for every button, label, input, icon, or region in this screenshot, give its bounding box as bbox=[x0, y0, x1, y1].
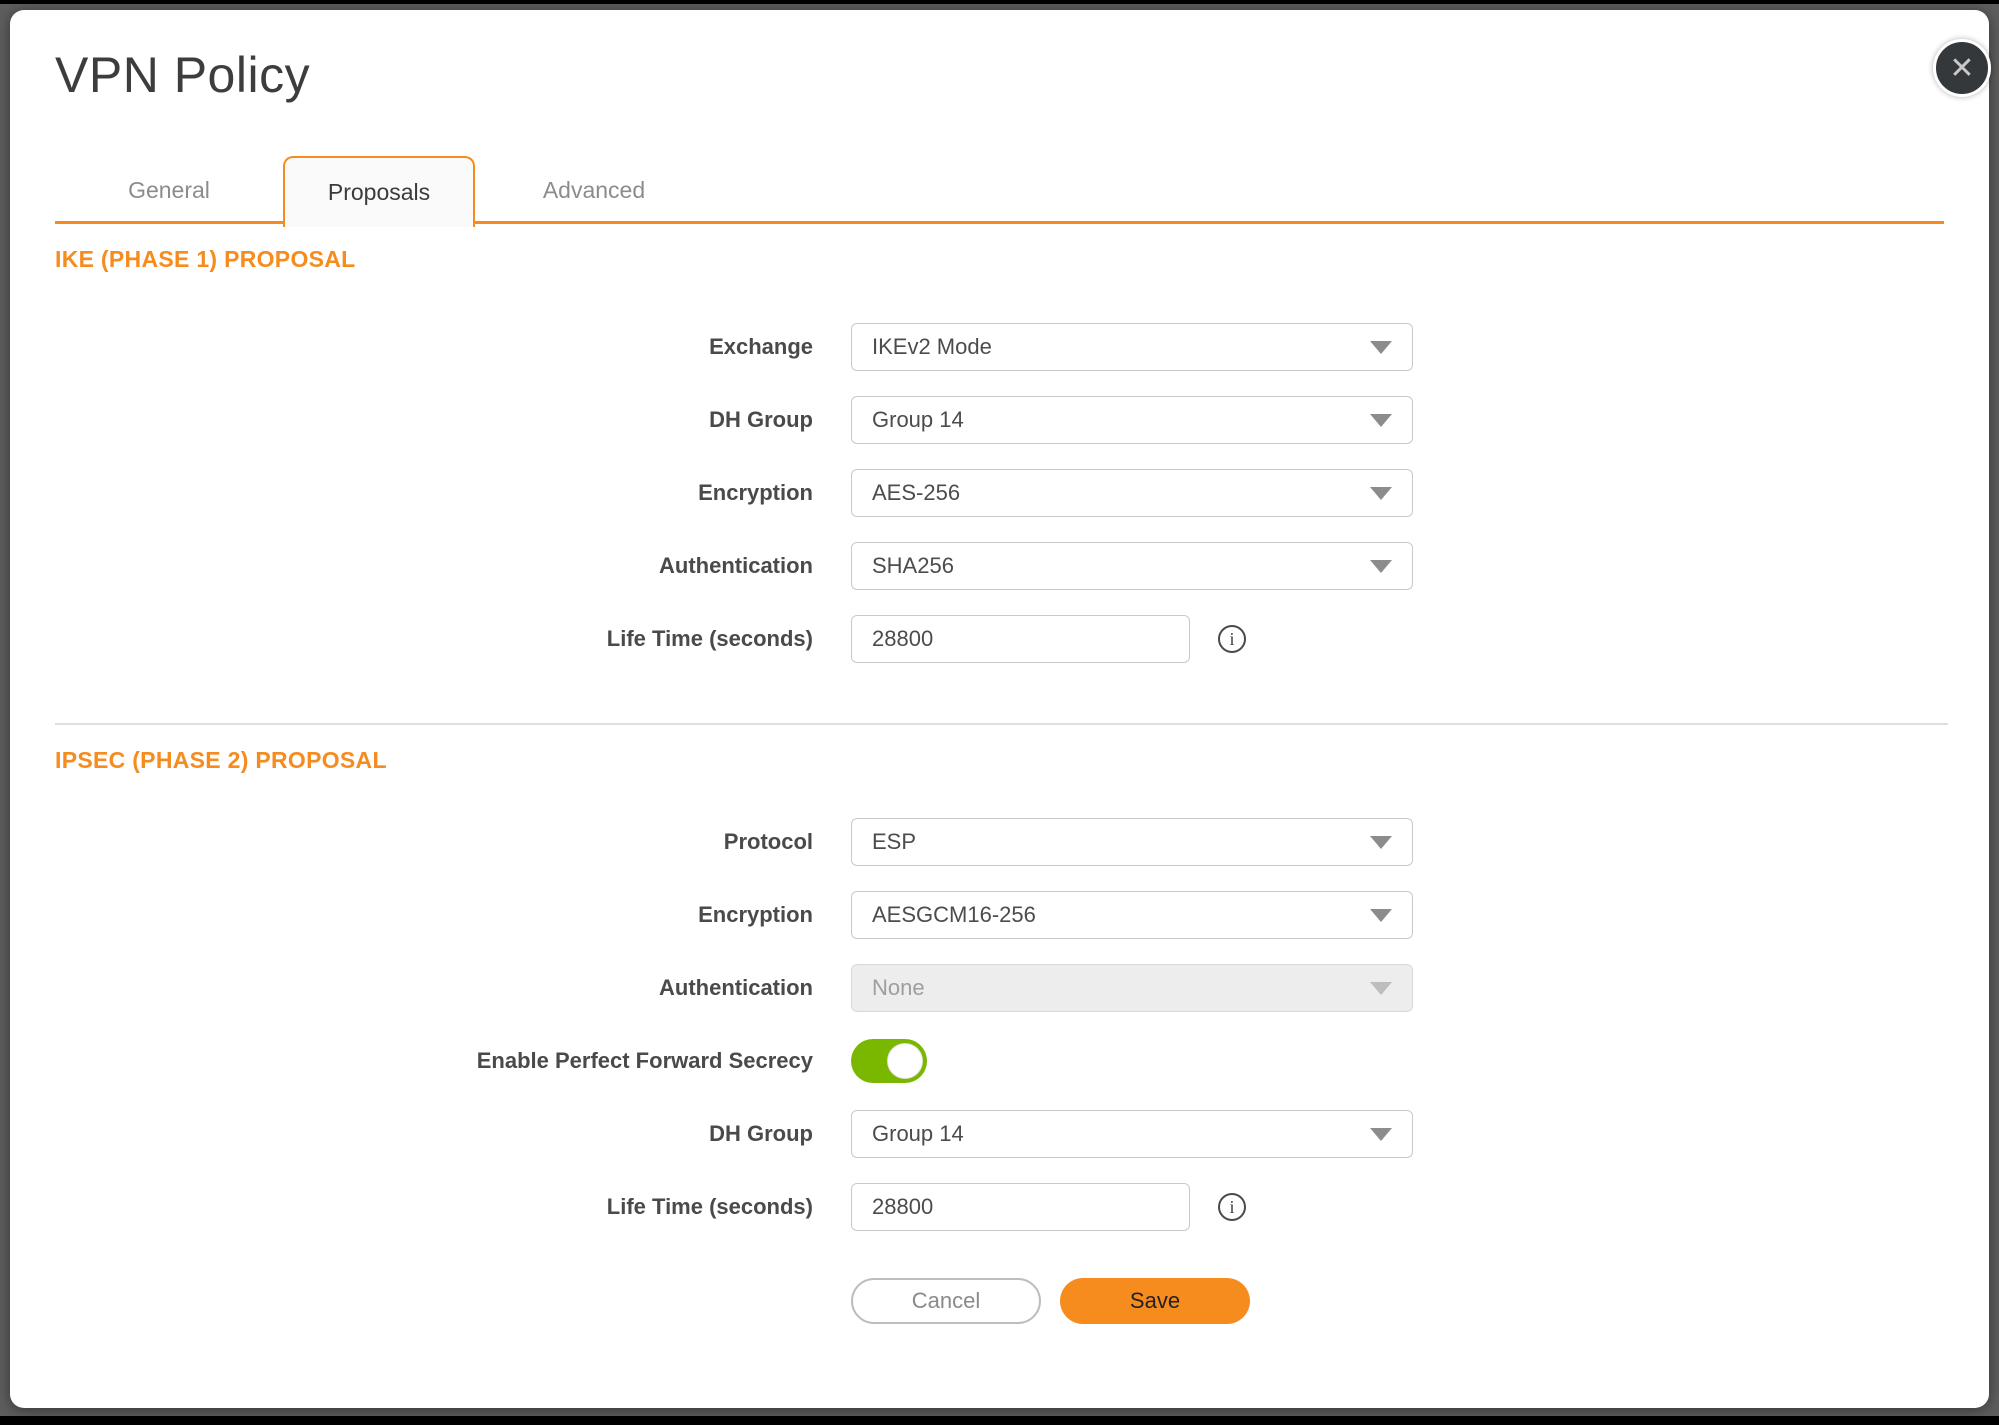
chevron-down-icon bbox=[1370, 560, 1392, 573]
chevron-down-icon bbox=[1370, 909, 1392, 922]
chevron-down-icon bbox=[1370, 982, 1392, 995]
ipsec-life-time-row: Life Time (seconds) i bbox=[55, 1183, 1944, 1231]
pfs-label: Enable Perfect Forward Secrecy bbox=[476, 1048, 813, 1073]
ipsec-authentication-label: Authentication bbox=[659, 975, 813, 1000]
dh-group-select-value: Group 14 bbox=[872, 407, 964, 432]
protocol-label: Protocol bbox=[723, 829, 813, 854]
ipsec-phase2-heading: IPSEC (PHASE 2) PROPOSAL bbox=[55, 747, 387, 773]
exchange-label: Exchange bbox=[709, 334, 813, 359]
vpn-policy-dialog: VPN Policy General Proposals Advanced IK… bbox=[10, 10, 1989, 1408]
chevron-down-icon bbox=[1370, 836, 1392, 849]
ipsec-authentication-row: Authentication None bbox=[55, 964, 1944, 1012]
exchange-select-value: IKEv2 Mode bbox=[872, 334, 992, 359]
ipsec-encryption-label: Encryption bbox=[698, 902, 813, 927]
life-time-label: Life Time (seconds) bbox=[606, 626, 813, 651]
chevron-down-icon bbox=[1370, 414, 1392, 427]
ipsec-dh-group-row: DH Group Group 14 bbox=[55, 1110, 1944, 1158]
pfs-toggle-knob bbox=[887, 1043, 923, 1079]
cancel-button[interactable]: Cancel bbox=[851, 1278, 1041, 1324]
exchange-row: Exchange IKEv2 Mode bbox=[55, 323, 1944, 371]
authentication-select[interactable]: SHA256 bbox=[851, 542, 1413, 590]
dh-group-select[interactable]: Group 14 bbox=[851, 396, 1413, 444]
authentication-select-value: SHA256 bbox=[872, 553, 954, 578]
authentication-label: Authentication bbox=[659, 553, 813, 578]
protocol-select-value: ESP bbox=[872, 829, 917, 854]
encryption-label: Encryption bbox=[698, 480, 813, 505]
ipsec-encryption-select[interactable]: AESGCM16-256 bbox=[851, 891, 1413, 939]
chevron-down-icon bbox=[1370, 487, 1392, 500]
authentication-row: Authentication SHA256 bbox=[55, 542, 1944, 590]
ipsec-dh-group-select-value: Group 14 bbox=[872, 1121, 964, 1146]
dh-group-label: DH Group bbox=[709, 407, 813, 432]
tab-bar: General Proposals Advanced bbox=[55, 156, 1944, 227]
section-divider bbox=[55, 723, 1948, 725]
pfs-toggle[interactable] bbox=[851, 1039, 927, 1083]
ipsec-encryption-row: Encryption AESGCM16-256 bbox=[55, 891, 1944, 939]
ipsec-life-time-input[interactable] bbox=[851, 1183, 1190, 1231]
close-icon[interactable]: ✕ bbox=[1933, 39, 1991, 97]
ipsec-authentication-select: None bbox=[851, 964, 1413, 1012]
exchange-select[interactable]: IKEv2 Mode bbox=[851, 323, 1413, 371]
page-title: VPN Policy bbox=[55, 47, 311, 103]
tab-general[interactable]: General bbox=[55, 156, 283, 224]
ipsec-dh-group-label: DH Group bbox=[709, 1121, 813, 1146]
life-time-row: Life Time (seconds) i bbox=[55, 615, 1944, 663]
ike-phase1-heading: IKE (PHASE 1) PROPOSAL bbox=[55, 246, 356, 272]
ike-phase1-fields: Exchange IKEv2 Mode DH Group Group 14 En… bbox=[55, 323, 1944, 663]
encryption-select[interactable]: AES-256 bbox=[851, 469, 1413, 517]
dh-group-row: DH Group Group 14 bbox=[55, 396, 1944, 444]
save-button[interactable]: Save bbox=[1060, 1278, 1250, 1324]
ipsec-dh-group-select[interactable]: Group 14 bbox=[851, 1110, 1413, 1158]
chevron-down-icon bbox=[1370, 1128, 1392, 1141]
ipsec-phase2-fields: Protocol ESP Encryption AESGCM16-256 Aut… bbox=[55, 818, 1944, 1231]
info-icon[interactable]: i bbox=[1218, 625, 1246, 653]
protocol-row: Protocol ESP bbox=[55, 818, 1944, 866]
chevron-down-icon bbox=[1370, 341, 1392, 354]
dialog-footer: Cancel Save bbox=[55, 1278, 1944, 1324]
life-time-input[interactable] bbox=[851, 615, 1190, 663]
tab-advanced[interactable]: Advanced bbox=[475, 156, 713, 224]
encryption-select-value: AES-256 bbox=[872, 480, 961, 505]
info-icon[interactable]: i bbox=[1218, 1193, 1246, 1221]
protocol-select[interactable]: ESP bbox=[851, 818, 1413, 866]
ipsec-authentication-select-value: None bbox=[872, 975, 925, 1000]
pfs-row: Enable Perfect Forward Secrecy bbox=[55, 1037, 1944, 1085]
ipsec-life-time-label: Life Time (seconds) bbox=[606, 1194, 813, 1219]
ipsec-encryption-select-value: AESGCM16-256 bbox=[872, 902, 1036, 927]
encryption-row: Encryption AES-256 bbox=[55, 469, 1944, 517]
tab-proposals[interactable]: Proposals bbox=[283, 156, 475, 227]
